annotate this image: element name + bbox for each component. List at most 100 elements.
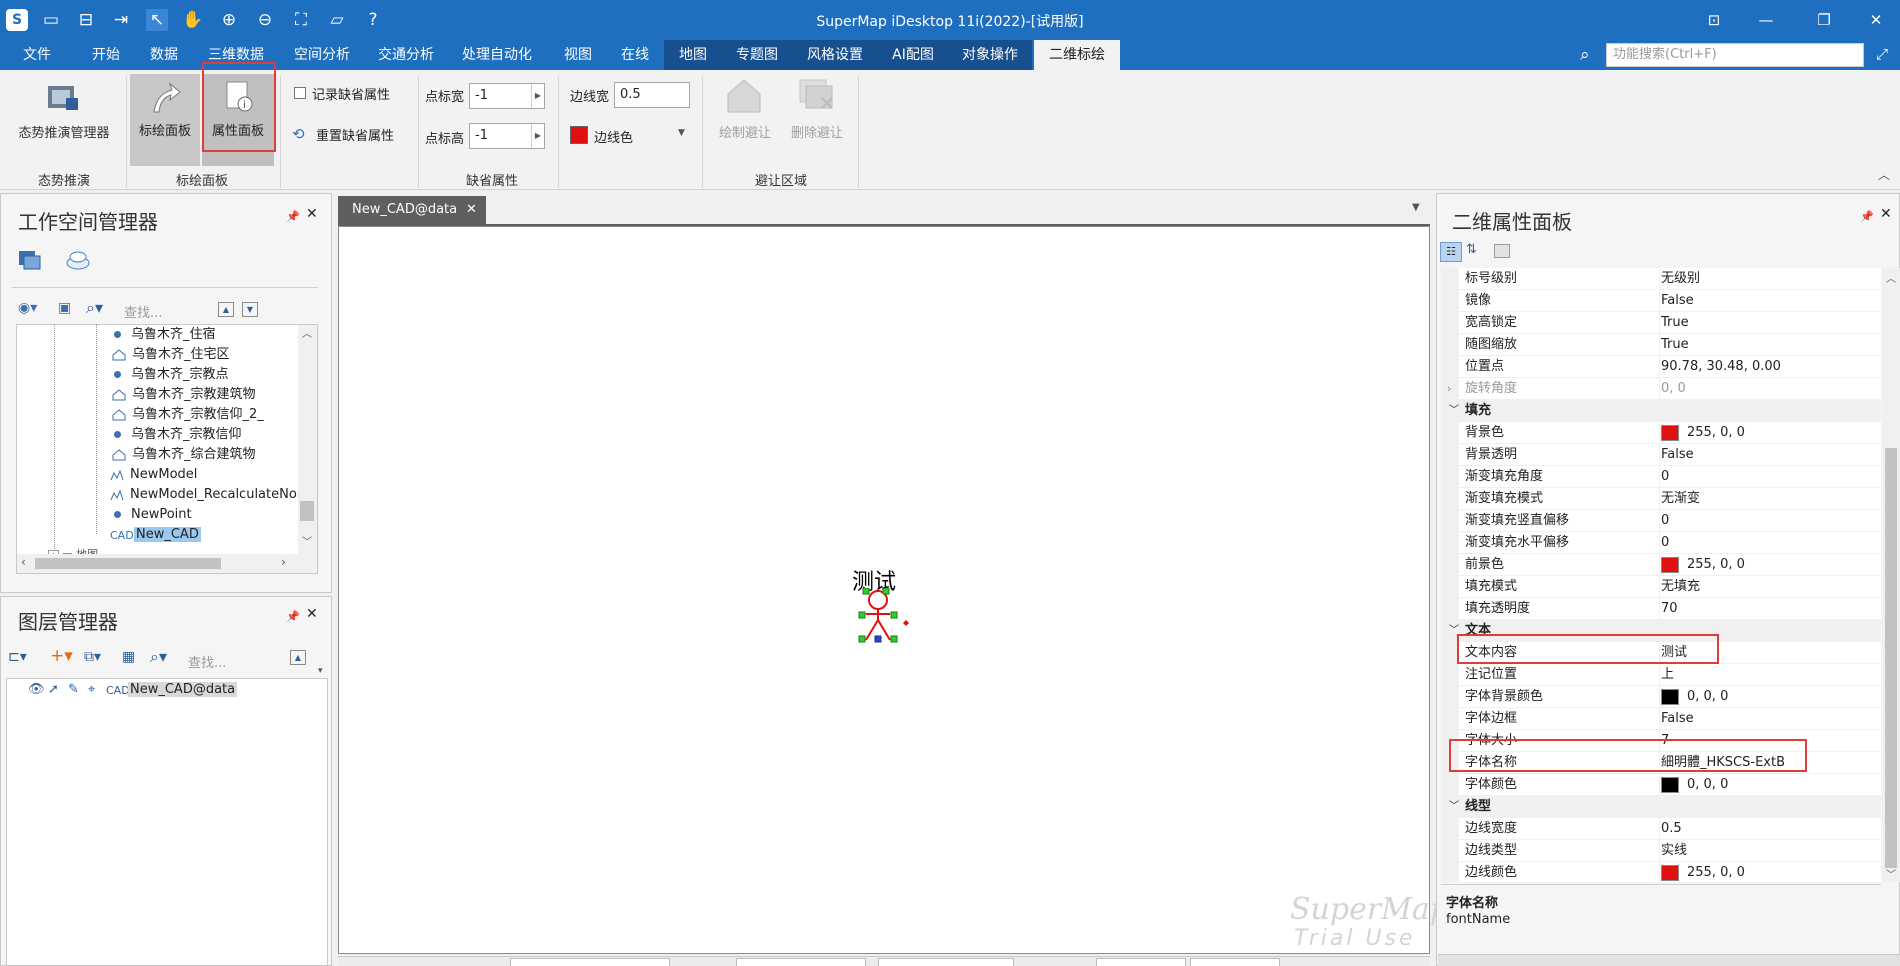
workspace-search-input[interactable]: 查找... <box>124 302 162 321</box>
line-color-swatch[interactable] <box>570 126 588 144</box>
status-field[interactable] <box>1190 958 1280 966</box>
snappable-icon[interactable]: ⌖ <box>88 682 95 697</box>
tree-item[interactable]: NewModel <box>110 466 197 484</box>
property-value[interactable]: 0.5 <box>1661 821 1682 836</box>
menu-spatial-analysis[interactable]: 空间分析 <box>284 40 360 70</box>
menu-2d-plotting[interactable]: 二维标绘 <box>1034 40 1120 70</box>
tree-horizontal-scrollbar[interactable]: ‹ › <box>17 554 317 573</box>
property-value[interactable]: 0, 0, 0 <box>1687 777 1728 792</box>
workspace-tree-tab-icon[interactable] <box>18 249 42 271</box>
menu-data[interactable]: 数据 <box>136 40 192 70</box>
visibility-eye-icon[interactable]: 👁 <box>28 682 45 697</box>
property-value[interactable]: 0 <box>1661 469 1669 484</box>
tab-close-icon[interactable]: ✕ <box>466 196 477 224</box>
menu-automation[interactable]: 处理自动化 <box>452 40 542 70</box>
property-row[interactable]: 位置点 90.78, 30.48, 0.00 <box>1441 356 1881 378</box>
property-category[interactable]: ﹀ 填充 <box>1441 400 1881 422</box>
menu-object-ops[interactable]: 对象操作 <box>948 40 1032 70</box>
toolbar-overflow-icon[interactable]: ▾ <box>318 666 323 676</box>
reset-default-button[interactable]: 重置缺省属性 <box>316 125 394 144</box>
property-row[interactable]: 渐变填充水平偏移 0 <box>1441 532 1881 554</box>
property-row[interactable]: 字体背景颜色 0, 0, 0 <box>1441 686 1881 708</box>
scene-tab-icon[interactable] <box>64 249 90 271</box>
function-search-input[interactable]: 功能搜索(Ctrl+F) <box>1606 43 1864 67</box>
color-swatch[interactable] <box>1661 556 1679 573</box>
property-value[interactable]: False <box>1661 447 1694 462</box>
property-value[interactable]: 255, 0, 0 <box>1687 865 1745 880</box>
property-row[interactable]: 字体边框 False <box>1441 708 1881 730</box>
property-scrollbar[interactable]: ︿ ﹀ <box>1882 268 1900 882</box>
menu-view[interactable]: 视图 <box>552 40 604 70</box>
color-swatch[interactable] <box>1661 688 1679 705</box>
expand-chevron-icon[interactable]: › <box>1447 378 1451 400</box>
property-row[interactable]: 渐变填充竖直偏移 0 <box>1441 510 1881 532</box>
tab-list-dropdown-icon[interactable]: ▼ <box>1412 202 1420 213</box>
property-value[interactable]: 0 <box>1661 535 1669 550</box>
tree-item[interactable]: 乌鲁木齐_住宿 <box>114 326 216 344</box>
maximize-icon[interactable]: ❐ <box>1810 8 1838 32</box>
tree-item[interactable]: 乌鲁木齐_宗教点 <box>114 366 229 384</box>
point-width-spinner[interactable]: -1 ▶ <box>469 83 545 109</box>
property-row[interactable]: 边线宽度 0.5 <box>1441 818 1881 840</box>
collapse-chevron-icon[interactable]: ﹀ <box>1449 400 1459 422</box>
tab-new-cad[interactable]: New_CAD@data ✕ <box>338 196 486 224</box>
eye-visibility-icon[interactable]: ◉▾ <box>18 300 37 316</box>
status-field[interactable] <box>878 958 1014 966</box>
menu-start[interactable]: 开始 <box>76 40 136 70</box>
property-value[interactable]: 0, 0, 0 <box>1687 689 1728 704</box>
property-value[interactable]: 70 <box>1661 601 1678 616</box>
tree-item[interactable]: 乌鲁木齐_宗教建筑物 <box>112 386 256 404</box>
draw-avoid-button[interactable]: 绘制避让 <box>710 122 780 141</box>
collapse-ribbon-icon[interactable]: ︿ <box>1878 166 1890 183</box>
property-row[interactable]: 边线类型 实线 <box>1441 840 1881 862</box>
close-icon[interactable]: ✕ <box>1862 8 1890 32</box>
property-row[interactable]: 字体颜色 0, 0, 0 <box>1441 774 1881 796</box>
line-color-dropdown-icon[interactable]: ▼ <box>678 128 685 138</box>
property-value[interactable]: 上 <box>1661 667 1674 682</box>
property-value[interactable]: 无填充 <box>1661 579 1700 594</box>
layer-search-input[interactable]: 查找... <box>188 652 226 671</box>
property-value[interactable]: 255, 0, 0 <box>1687 557 1745 572</box>
property-row[interactable]: 边线颜色 255, 0, 0 <box>1441 862 1881 882</box>
property-row[interactable]: 宽高锁定 True <box>1441 312 1881 334</box>
property-value[interactable]: True <box>1661 315 1689 330</box>
menu-online[interactable]: 在线 <box>608 40 662 70</box>
menu-file[interactable]: 文件 <box>8 40 66 70</box>
record-default-checkbox[interactable] <box>294 87 306 99</box>
menu-style-settings[interactable]: 风格设置 <box>792 40 878 70</box>
property-row[interactable]: 背景色 255, 0, 0 <box>1441 422 1881 444</box>
property-value[interactable]: 90.78, 30.48, 0.00 <box>1661 359 1781 374</box>
property-value[interactable]: 无级别 <box>1661 271 1700 286</box>
property-value[interactable]: 0 <box>1661 513 1669 528</box>
locate-icon[interactable]: ▣ <box>58 300 71 316</box>
status-field[interactable] <box>1096 958 1186 966</box>
panel-close-icon[interactable]: ✕ <box>1880 206 1892 222</box>
property-value[interactable]: False <box>1661 711 1694 726</box>
property-row[interactable]: 注记位置 上 <box>1441 664 1881 686</box>
tree-item[interactable]: NewPoint <box>114 506 192 524</box>
property-row[interactable]: 背景透明 False <box>1441 444 1881 466</box>
find-icon[interactable]: ⌕▾ <box>150 647 167 667</box>
add-icon[interactable]: +▾ <box>50 646 73 666</box>
plot-symbol-figure[interactable] <box>850 588 910 644</box>
color-swatch[interactable] <box>1661 424 1679 441</box>
tree-item[interactable]: 乌鲁木齐_综合建筑物 <box>112 446 256 464</box>
property-value[interactable]: 255, 0, 0 <box>1687 425 1745 440</box>
collapse-chevron-icon[interactable]: ﹀ <box>1449 796 1459 818</box>
property-value[interactable]: True <box>1661 337 1689 352</box>
property-row[interactable]: › 旋转角度 0, 0 <box>1441 378 1881 400</box>
point-height-spinner[interactable]: -1 ▶ <box>469 123 545 149</box>
layer-style-icon[interactable]: ⧉▾ <box>84 649 101 665</box>
categorized-view-icon[interactable]: ☷ <box>1440 242 1462 262</box>
pin-icon[interactable]: 📌 <box>1860 210 1874 223</box>
property-row[interactable]: 渐变填充模式 无渐变 <box>1441 488 1881 510</box>
expand-icon[interactable]: ⤢ <box>1876 45 1888 63</box>
property-row[interactable]: 随图缩放 True <box>1441 334 1881 356</box>
property-row[interactable]: 填充模式 无填充 <box>1441 576 1881 598</box>
tree-item[interactable]: NewModel_RecalculateNor <box>110 486 302 504</box>
property-value[interactable]: 实线 <box>1661 843 1687 858</box>
pin-icon[interactable]: 📌 <box>286 610 300 623</box>
color-swatch[interactable] <box>1661 776 1679 793</box>
tree-item[interactable]: 乌鲁木齐_住宅区 <box>112 346 230 364</box>
add-layer-group-icon[interactable]: ⊏▾ <box>8 649 27 665</box>
